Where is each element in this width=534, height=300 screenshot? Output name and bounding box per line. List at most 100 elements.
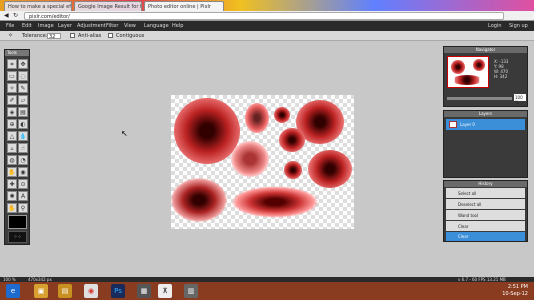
h-value: 342 bbox=[499, 74, 508, 79]
menu-bar: File Edit Image Layer Adjustment Filter … bbox=[0, 21, 534, 31]
ie-icon[interactable]: e bbox=[6, 284, 20, 298]
hand-icon[interactable]: ✋ bbox=[7, 203, 17, 213]
color-swatch[interactable] bbox=[8, 215, 27, 229]
lasso-icon[interactable]: ◌ bbox=[18, 71, 28, 81]
zoom-input[interactable]: 100 % bbox=[514, 94, 526, 105]
history-item-selected[interactable]: Clear bbox=[446, 232, 525, 241]
tolerance-input[interactable]: 32 bbox=[47, 33, 61, 40]
wound-image bbox=[279, 128, 305, 152]
app-icon[interactable]: ▦ bbox=[137, 284, 151, 298]
wound-image bbox=[473, 59, 485, 71]
sponge-icon[interactable]: ◍ bbox=[7, 155, 17, 165]
pencil-icon[interactable]: ✎ bbox=[18, 83, 28, 93]
contiguous-checkbox[interactable] bbox=[108, 33, 113, 38]
zoom-slider[interactable] bbox=[447, 97, 512, 100]
layer-thumbnail bbox=[449, 121, 457, 128]
bucket-icon[interactable]: ◈ bbox=[7, 107, 17, 117]
menu-language[interactable]: Language bbox=[144, 23, 169, 29]
reload-icon[interactable]: ↻ bbox=[13, 12, 18, 19]
system-clock[interactable]: 2:51 PM 10-Sep-12 bbox=[502, 284, 528, 298]
sharpen-icon[interactable]: ▵ bbox=[7, 143, 17, 153]
browser-tab-active[interactable]: Photo editor online | Pixlr bbox=[144, 1, 224, 11]
menu-layer[interactable]: Layer bbox=[58, 23, 72, 29]
dodge-icon[interactable]: ◔ bbox=[18, 155, 28, 165]
blur-icon[interactable]: 💧 bbox=[18, 131, 28, 141]
signup-link[interactable]: Sign up bbox=[509, 23, 528, 29]
layer-name: Layer 0 bbox=[460, 122, 475, 127]
history-item[interactable]: Clear bbox=[446, 221, 525, 231]
chrome-icon[interactable]: ◉ bbox=[84, 284, 98, 298]
gradient-icon[interactable]: ▤ bbox=[18, 107, 28, 117]
game-icon[interactable]: ⊼ bbox=[158, 284, 172, 298]
photoshop-icon[interactable]: Ps bbox=[111, 284, 125, 298]
login-link[interactable]: Login bbox=[488, 23, 502, 29]
crop-icon[interactable]: ⌗ bbox=[7, 59, 17, 69]
history-panel: History Select all Deselect all Wand too… bbox=[443, 180, 528, 242]
navigator-title: Navigator bbox=[444, 47, 527, 53]
layers-panel: Layers Layer 0 bbox=[443, 110, 528, 178]
layer-row[interactable]: Layer 0 bbox=[446, 119, 525, 130]
type-icon[interactable]: A bbox=[18, 191, 28, 201]
options-bar: ✧ Tolerance: 32 Anti-alias Contiguous bbox=[0, 31, 534, 41]
smudge-icon[interactable]: ☝ bbox=[18, 143, 28, 153]
menu-image[interactable]: Image bbox=[38, 23, 54, 29]
app2-icon[interactable]: ▥ bbox=[184, 284, 198, 298]
navigator-panel: Navigator X: -133 Y: 98 W: 470 H: 342 10… bbox=[443, 46, 528, 107]
clock-time: 2:51 PM bbox=[507, 284, 528, 290]
menu-edit[interactable]: Edit bbox=[22, 23, 32, 29]
menu-filter[interactable]: Filter bbox=[106, 23, 118, 29]
history-item[interactable]: Wand tool bbox=[446, 210, 525, 220]
brush-icon[interactable]: ✐ bbox=[7, 95, 17, 105]
zoom-icon[interactable]: ⚲ bbox=[18, 203, 28, 213]
wound-image bbox=[452, 75, 482, 85]
history-item[interactable]: Deselect all bbox=[446, 199, 525, 209]
history-title: History bbox=[444, 181, 527, 187]
wound-image bbox=[245, 103, 269, 133]
eraser-icon[interactable]: ▱ bbox=[18, 95, 28, 105]
tolerance-label: Tolerance: bbox=[22, 33, 48, 39]
explorer-icon[interactable]: ▣ bbox=[34, 284, 48, 298]
contiguous-label: Contiguous bbox=[116, 33, 145, 39]
wand-icon: ✧ bbox=[8, 32, 14, 39]
move-icon[interactable]: ✥ bbox=[18, 59, 28, 69]
browser-tab[interactable]: How to make a special eff... bbox=[4, 1, 72, 11]
browser-tab[interactable]: Google Image Result for ht... bbox=[74, 1, 142, 11]
wound-image bbox=[174, 98, 240, 164]
drawing-icon[interactable]: △ bbox=[7, 131, 17, 141]
menu-adjustment[interactable]: Adjustment bbox=[77, 23, 106, 29]
clock-date: 10-Sep-12 bbox=[502, 291, 528, 297]
folder-icon[interactable]: ▤ bbox=[58, 284, 72, 298]
menu-file[interactable]: File bbox=[6, 23, 14, 29]
menu-help[interactable]: Help bbox=[172, 23, 183, 29]
marquee-icon[interactable]: ▭ bbox=[7, 71, 17, 81]
address-bar-row: ◀ ↻ pixlr.com/editor/ bbox=[0, 11, 534, 21]
wound-image bbox=[231, 141, 269, 177]
tools-title: Tools bbox=[5, 50, 29, 56]
grid-icon[interactable]: ⁘⁘ bbox=[8, 231, 27, 243]
wound-image bbox=[284, 161, 302, 179]
navigator-thumbnail[interactable] bbox=[447, 56, 489, 88]
browser-chrome: How to make a special eff... Google Imag… bbox=[0, 0, 534, 21]
layers-title: Layers bbox=[444, 111, 527, 117]
bloat-icon[interactable]: ⊙ bbox=[18, 179, 28, 189]
spot-heal-icon[interactable]: ✚ bbox=[7, 179, 17, 189]
wound-image bbox=[231, 186, 319, 218]
image-canvas[interactable] bbox=[171, 95, 354, 229]
pinch-icon[interactable]: ✺ bbox=[7, 191, 17, 201]
url-input[interactable]: pixlr.com/editor/ bbox=[24, 12, 504, 20]
redeye-icon[interactable]: ◉ bbox=[18, 167, 28, 177]
history-item[interactable]: Select all bbox=[446, 188, 525, 198]
wand-tool-icon[interactable]: ✧ bbox=[7, 83, 17, 93]
wound-image bbox=[171, 178, 227, 222]
taskbar: e ▣ ▤ ◉ Ps ▦ ⊼ ▥ 2:51 PM 10-Sep-12 bbox=[0, 282, 534, 300]
wound-image bbox=[451, 60, 465, 74]
menu-view[interactable]: View bbox=[124, 23, 136, 29]
mouse-cursor-icon: ↖ bbox=[121, 129, 128, 138]
burn-icon[interactable]: ✋ bbox=[7, 167, 17, 177]
antialias-checkbox[interactable] bbox=[70, 33, 75, 38]
clone-icon[interactable]: ⊕ bbox=[7, 119, 17, 129]
back-icon[interactable]: ◀ bbox=[4, 12, 9, 19]
h-label: H: bbox=[494, 74, 499, 79]
wound-image bbox=[274, 107, 290, 123]
colorreplace-icon[interactable]: ◐ bbox=[18, 119, 28, 129]
